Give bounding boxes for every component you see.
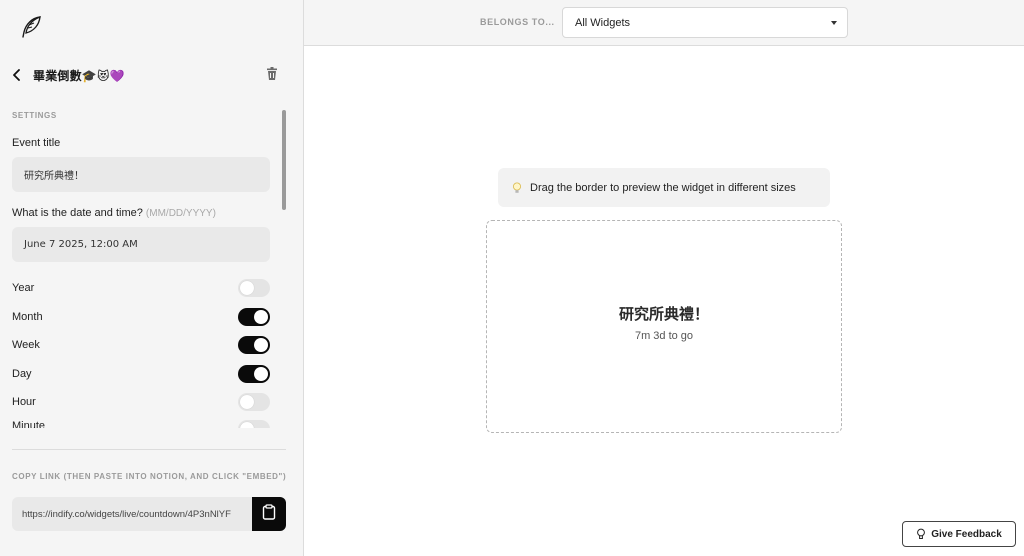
toggle-day[interactable] (238, 365, 270, 383)
preview-event-title: 研究所典禮！ (618, 305, 709, 323)
toggle-label-day: Day (12, 368, 32, 380)
copy-link-button[interactable] (252, 497, 286, 531)
widget-name: 畢業倒數🎓😻💜 (33, 68, 125, 83)
toggle-hour[interactable] (238, 393, 270, 411)
settings-section-label: SETTINGS (12, 111, 57, 120)
caret-down-icon (831, 21, 837, 25)
toggle-label-minute: Minute (12, 420, 46, 428)
copy-link-label: COPY LINK (THEN PASTE INTO NOTION, AND C… (12, 472, 287, 481)
toggle-row-minute: Minute (12, 420, 270, 428)
date-format-hint: (MM/DD/YYYY) (145, 208, 216, 219)
widget-header: 畢業倒數🎓😻💜 (12, 65, 288, 85)
give-feedback-label: Give Feedback (931, 528, 1002, 540)
divider (12, 449, 286, 450)
embed-link-input[interactable]: https://indify.co/widgets/live/countdown… (12, 497, 252, 531)
toggle-label-year: Year (12, 282, 35, 294)
belongs-to-label: BELONGS TO... (480, 17, 555, 27)
date-input[interactable]: June 7 2025, 12:00 AM (12, 227, 270, 262)
toggle-label-hour: Hour (12, 396, 36, 408)
chevron-left-icon[interactable] (12, 68, 26, 82)
preview-countdown: 7m 3d to go (634, 330, 694, 342)
widget-group-select-value: All Widgets (575, 16, 631, 29)
clipboard-icon (262, 503, 276, 525)
toggle-row-day: Day (12, 364, 270, 384)
give-feedback-button[interactable]: Give Feedback (902, 521, 1016, 547)
sidebar: 畢業倒數🎓😻💜 SETTINGS Event title 研究所典禮！ What… (0, 0, 304, 556)
widget-preview[interactable]: 研究所典禮！ 7m 3d to go (486, 220, 842, 433)
lightbulb-outline-icon (916, 528, 926, 540)
top-bar: BELONGS TO... All Widgets (304, 0, 1024, 46)
toggle-row-month: Month (12, 307, 270, 327)
toggle-row-year: Year (12, 278, 270, 298)
event-title-input[interactable]: 研究所典禮！ (12, 157, 270, 192)
toggle-minute[interactable] (238, 420, 270, 428)
trash-icon[interactable] (266, 67, 280, 81)
feather-icon[interactable] (18, 14, 44, 40)
date-label: What is the date and time? (MM/DD/YYYY) (12, 207, 216, 219)
sidebar-scrollbar[interactable] (282, 110, 286, 210)
toggle-label-month: Month (12, 311, 43, 323)
toggle-label-week: Week (12, 339, 40, 351)
resize-tip: Drag the border to preview the widget in… (498, 168, 830, 207)
toggle-week[interactable] (238, 336, 270, 354)
lightbulb-icon (512, 182, 522, 194)
event-title-label: Event title (12, 137, 61, 149)
toggle-year[interactable] (238, 279, 270, 297)
toggle-row-hour: Hour (12, 392, 270, 412)
widget-group-select[interactable]: All Widgets (562, 7, 848, 38)
toggle-month[interactable] (238, 308, 270, 326)
toggle-row-week: Week (12, 335, 270, 355)
date-label-text: What is the date and time? (12, 207, 143, 219)
resize-tip-text: Drag the border to preview the widget in… (530, 181, 796, 194)
